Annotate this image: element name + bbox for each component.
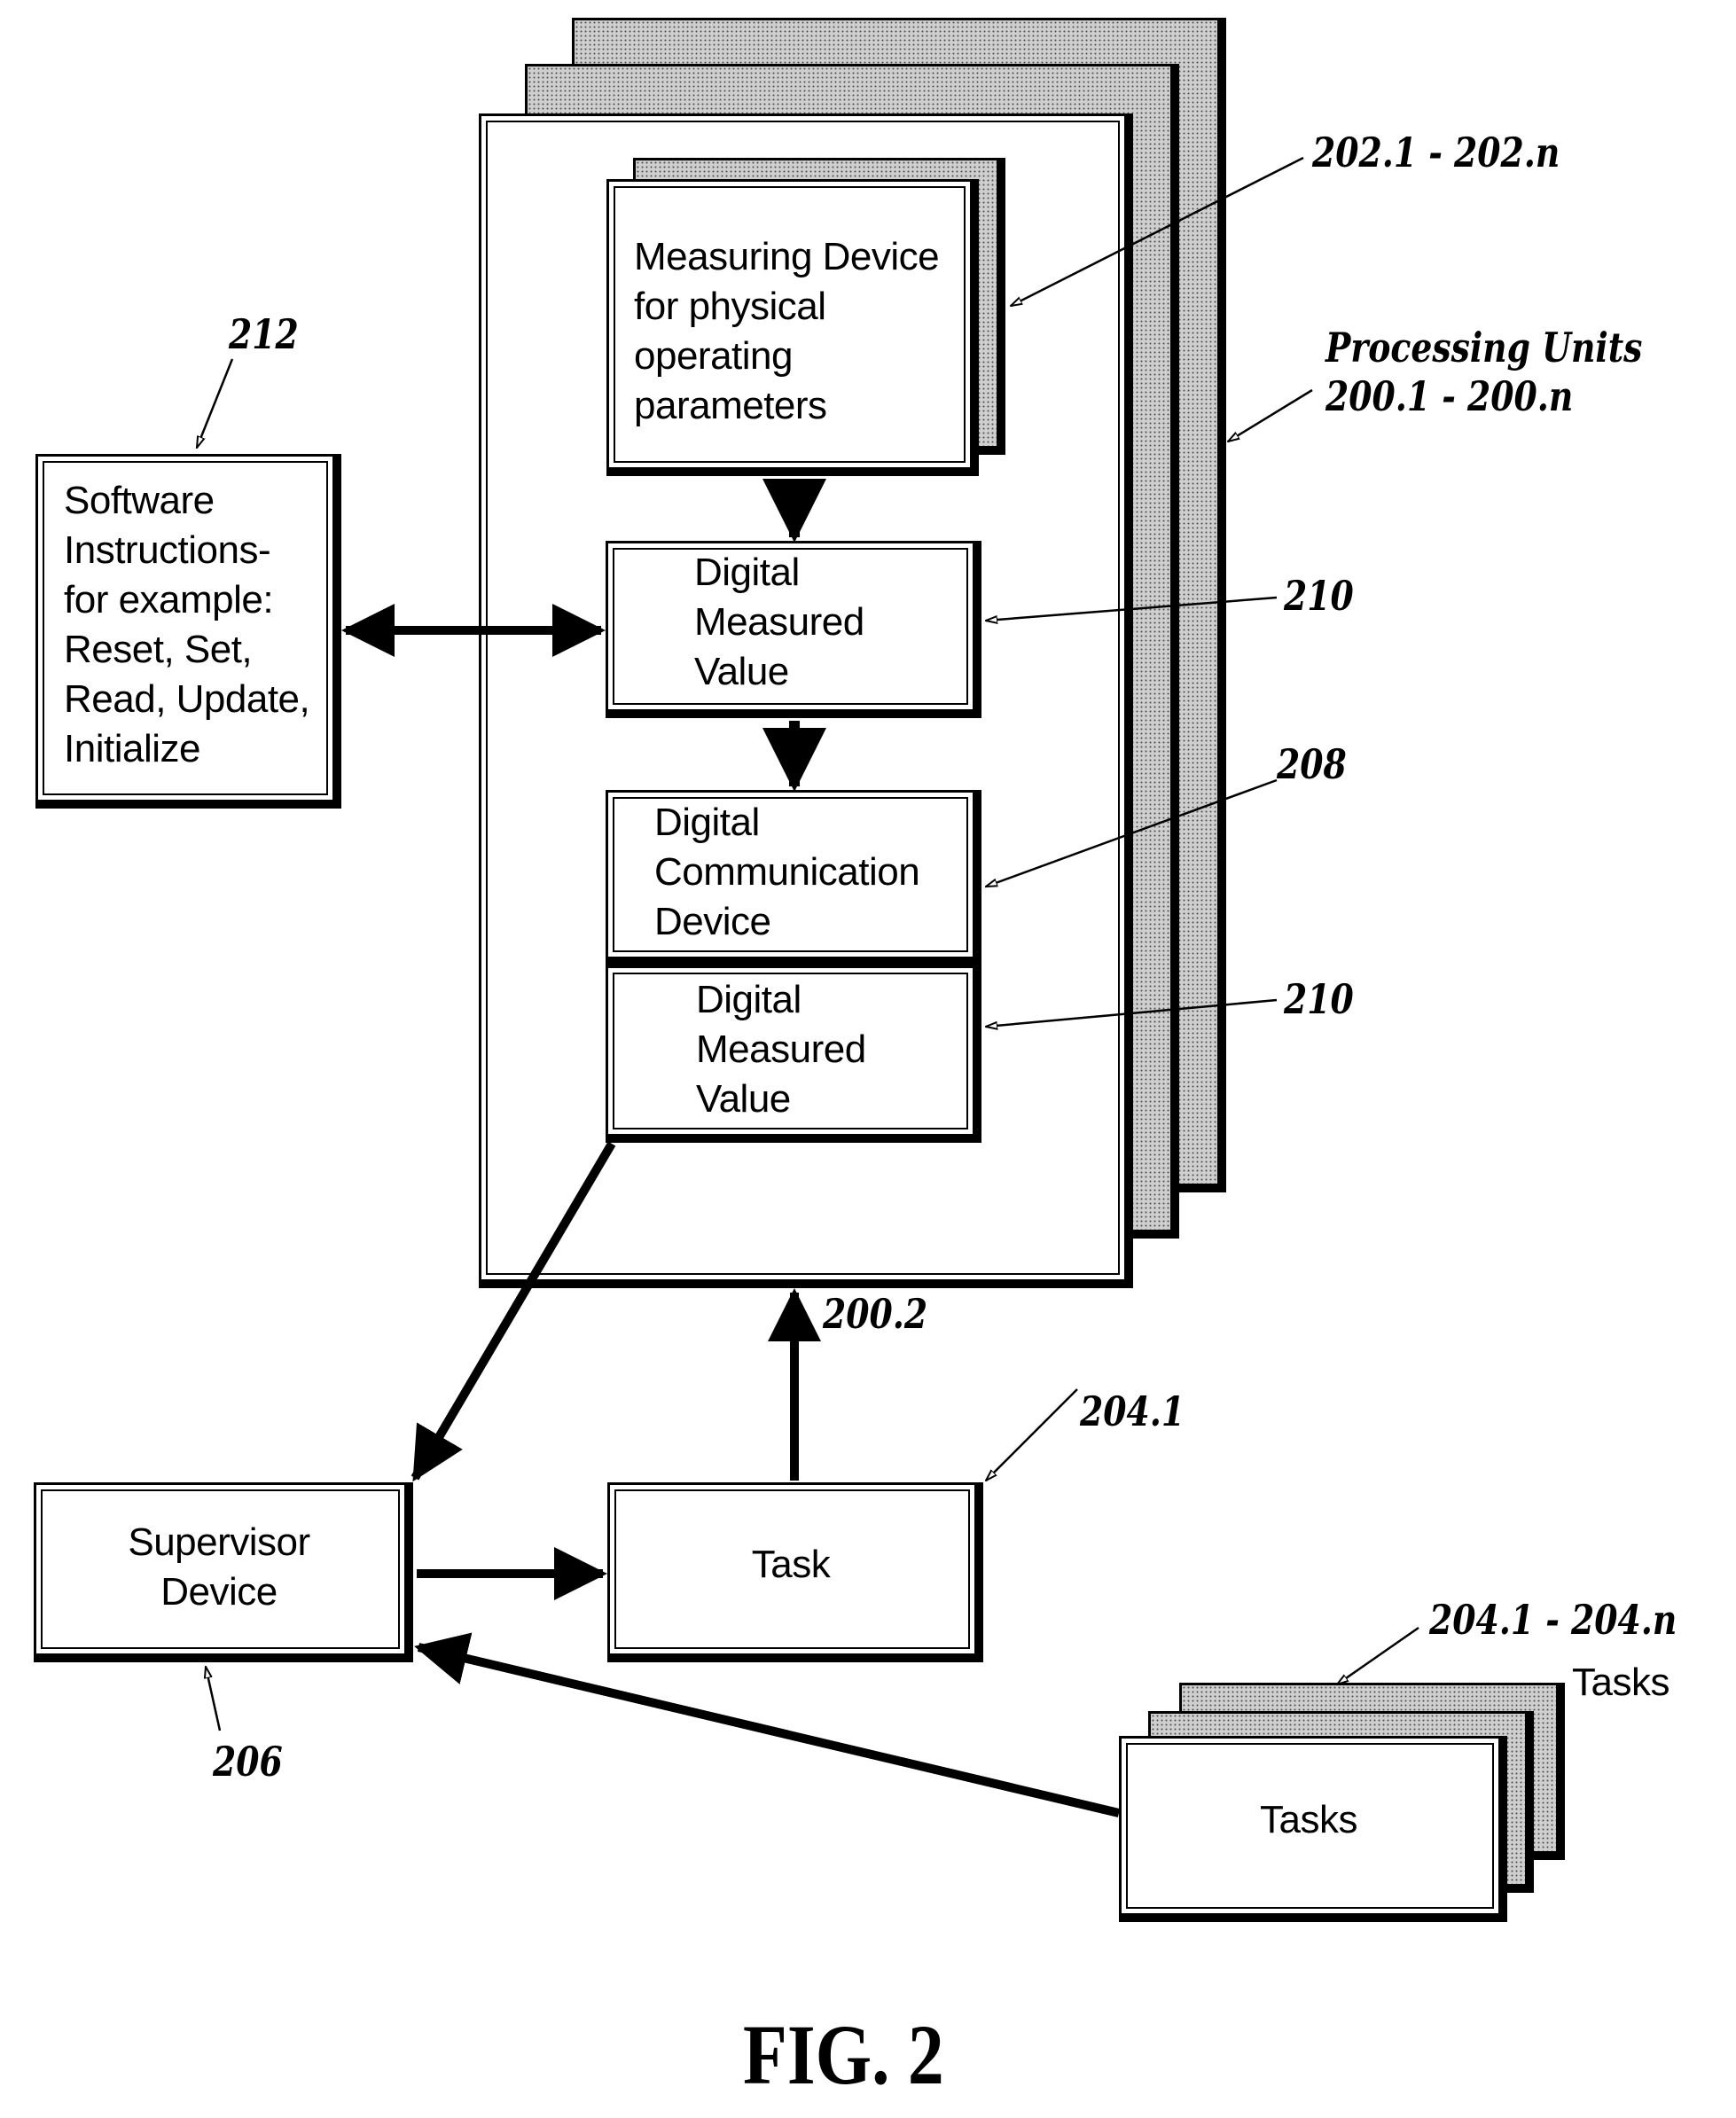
leader-204-1 (986, 1388, 1078, 1481)
leader-208 (986, 778, 1278, 888)
ref-200-2: 200.2 (823, 1290, 928, 1338)
arrow-value-to-supervisor (411, 1141, 616, 1482)
ref-210-bottom: 210 (1284, 975, 1354, 1023)
ref-210-top: 210 (1284, 572, 1354, 620)
leader-202 (1011, 156, 1304, 306)
ref-208: 208 (1277, 740, 1347, 788)
leader-212 (197, 358, 234, 448)
ref-204-1: 204.1 (1080, 1387, 1185, 1435)
ref-200-range: 200.1 - 200.n (1325, 372, 1574, 420)
arrow-tasks-to-supervisor (414, 1632, 1121, 1817)
ref-206: 206 (213, 1738, 283, 1786)
figure-caption: FIG. 2 (743, 2007, 944, 2102)
leader-210-top (986, 596, 1278, 621)
ref-processing-units: Processing Units (1325, 324, 1643, 371)
leader-206 (206, 1667, 222, 1731)
ref-212: 212 (229, 310, 299, 358)
leader-200 (1228, 388, 1313, 442)
ref-204-range: 204.1 - 204.n (1429, 1596, 1677, 1644)
ref-202-range: 202.1 - 202.n (1312, 129, 1560, 176)
leader-204-range (1337, 1626, 1419, 1684)
leader-210-bottom (986, 998, 1278, 1027)
